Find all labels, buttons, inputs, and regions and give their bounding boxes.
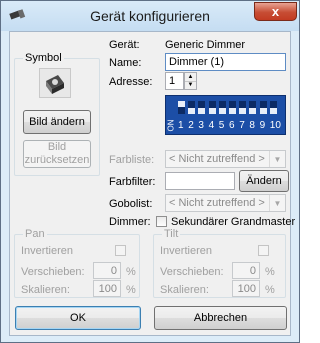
dip-switch-10[interactable]: [269, 101, 277, 114]
dip-switch-7[interactable]: [239, 101, 247, 114]
dip-switch-label: 5: [218, 120, 225, 131]
grandmaster-checkbox[interactable]: [156, 216, 167, 227]
pan-scale-input[interactable]: 100: [93, 280, 121, 297]
pan-shift-input[interactable]: 0: [93, 262, 121, 279]
dip-switch-3[interactable]: [198, 101, 206, 114]
gobolist-select[interactable]: < Nicht zutreffend > ▼: [165, 194, 286, 212]
dip-switch-2[interactable]: [188, 101, 196, 114]
dip-switch-label: 10: [269, 120, 281, 131]
colorlist-value: < Nicht zutreffend >: [169, 153, 265, 165]
dip-switch-label: 4: [208, 120, 215, 131]
tilt-scale-label: Skalieren:: [160, 284, 209, 296]
dip-switch-5[interactable]: [218, 101, 226, 114]
dip-switch-label: 9: [259, 120, 266, 131]
dip-switch-4[interactable]: [208, 101, 216, 114]
colorfilter-input[interactable]: [165, 172, 235, 190]
chevron-down-icon: ▼: [269, 151, 285, 167]
close-icon: x: [271, 4, 280, 19]
device-type-value: Generic Dimmer: [165, 39, 246, 51]
chevron-down-icon: ▼: [269, 195, 285, 211]
tilt-shift-input[interactable]: 0: [232, 262, 260, 279]
tilt-group-title: Tilt: [162, 228, 181, 240]
name-label: Name:: [109, 57, 142, 69]
address-label: Adresse:: [109, 76, 153, 88]
grandmaster-label: Sekundärer Grandmaster: [171, 216, 296, 228]
dip-switch-label: 2: [188, 120, 194, 131]
dip-switch-1[interactable]: [178, 101, 185, 114]
dip-switch-8[interactable]: [249, 101, 257, 114]
dip-switch-label: 3: [198, 120, 204, 131]
dip-switch-panel: ON 1 2 3 4 5 6 7 8 9 10: [165, 95, 286, 135]
colorlist-label: Farbliste:: [109, 154, 155, 166]
device-type-label: Gerät:: [109, 39, 140, 51]
pan-shift-label: Verschieben:: [21, 266, 85, 278]
dimmer-fixture-icon: [46, 75, 64, 94]
change-image-button[interactable]: Bild ändern: [23, 110, 91, 134]
dip-on-label: ON: [166, 119, 176, 132]
spin-down-icon[interactable]: ▼: [185, 81, 196, 89]
dialog-window: Gerät konfigurieren x Symbol Bild ändern…: [0, 0, 300, 343]
tilt-invert-checkbox[interactable]: [258, 245, 269, 256]
pan-invert-checkbox[interactable]: [115, 245, 126, 256]
symbol-group-title: Symbol: [23, 52, 64, 64]
title-bar: Gerät konfigurieren x: [1, 1, 299, 31]
dip-switch-label: 7: [239, 120, 245, 131]
dip-switch-6[interactable]: [229, 101, 236, 114]
pan-group-title: Pan: [23, 228, 47, 240]
name-input[interactable]: Dimmer (1): [165, 53, 286, 71]
dip-switch-label: 8: [249, 120, 255, 131]
gobolist-label: Gobolist:: [109, 198, 153, 210]
cancel-button[interactable]: Abbrechen: [154, 306, 287, 330]
tilt-scale-input[interactable]: 100: [232, 280, 260, 297]
ok-button[interactable]: OK: [15, 306, 141, 330]
reset-image-button[interactable]: Bild zurücksetzen: [23, 140, 91, 168]
address-spinner[interactable]: ▲ ▼: [184, 72, 197, 90]
tilt-scale-unit: %: [265, 284, 275, 296]
dimmer-label: Dimmer:: [109, 216, 151, 228]
dip-switch-label: 6: [229, 120, 235, 131]
dip-switch-label: 1: [178, 120, 184, 131]
tilt-shift-label: Verschieben:: [160, 266, 224, 278]
pan-shift-unit: %: [126, 266, 136, 278]
colorfilter-label: Farbfilter:: [109, 176, 156, 188]
close-button[interactable]: x: [254, 2, 297, 21]
pan-scale-unit: %: [126, 284, 136, 296]
colorfilter-change-button[interactable]: Ändern: [239, 170, 289, 192]
pan-invert-label: Invertieren: [21, 245, 73, 257]
colorlist-select[interactable]: < Nicht zutreffend > ▼: [165, 150, 286, 168]
tilt-shift-unit: %: [265, 266, 275, 278]
tilt-invert-label: Invertieren: [160, 245, 212, 257]
dip-switch-9[interactable]: [259, 101, 267, 114]
pan-scale-label: Skalieren:: [21, 284, 70, 296]
address-input[interactable]: 1: [165, 72, 184, 90]
symbol-preview: [39, 68, 71, 98]
gobolist-value: < Nicht zutreffend >: [169, 197, 265, 209]
